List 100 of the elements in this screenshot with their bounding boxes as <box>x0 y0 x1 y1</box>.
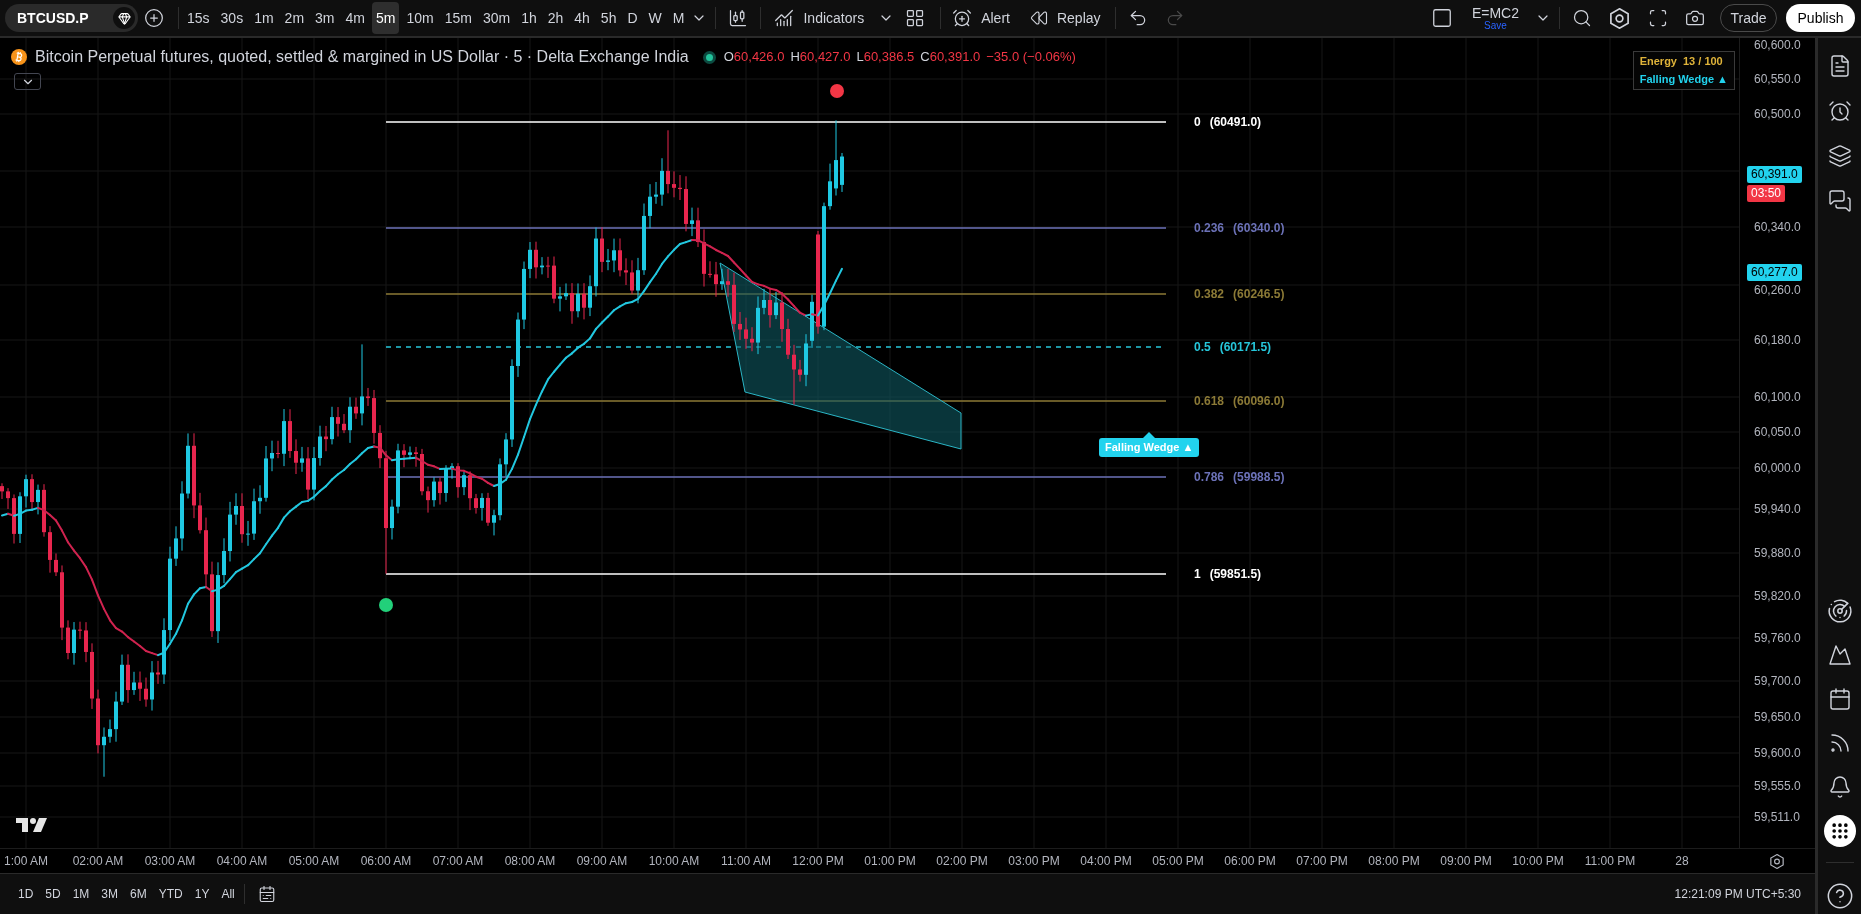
legend-toggle-button[interactable] <box>14 73 41 90</box>
price-label: 59,880.0 <box>1754 545 1801 561</box>
range-button[interactable]: YTD <box>154 881 187 907</box>
alert-button[interactable]: Alert <box>952 7 1010 29</box>
indicators-button[interactable]: Indicators <box>774 7 865 29</box>
interval-button[interactable]: 15m <box>440 2 476 34</box>
settings-icon[interactable] <box>1770 853 1784 869</box>
search-icon[interactable] <box>1572 8 1592 28</box>
interval-button[interactable]: 10m <box>402 2 438 34</box>
ohlc-value: 60,391.0 <box>929 48 981 66</box>
time-label: 28 <box>1675 853 1689 870</box>
range-button[interactable]: 1Y <box>190 881 214 907</box>
gem-icon[interactable] <box>113 7 135 29</box>
energy-label: Energy <box>1639 54 1677 68</box>
interval-button[interactable]: 3m <box>311 2 339 34</box>
energy-value: 13 / 100 <box>1683 54 1723 68</box>
fib-level-label: 0.618 <box>1194 393 1225 409</box>
replay-button[interactable]: Replay <box>1029 7 1101 29</box>
range-button[interactable]: 3M <box>97 881 123 907</box>
interval-button[interactable]: 1h <box>517 2 541 34</box>
grid-menu-icon[interactable] <box>1823 815 1856 847</box>
price-label: 59,820.0 <box>1754 588 1801 604</box>
fib-level-label: 0 <box>1194 114 1201 130</box>
publish-button[interactable]: Publish <box>1786 4 1855 32</box>
ohlc-value: 60,427.0 <box>799 48 851 66</box>
layers-icon[interactable] <box>1827 144 1852 168</box>
layout-grid-icon[interactable] <box>905 8 926 28</box>
price-label: 60,550.0 <box>1754 71 1801 87</box>
symbol-search-button[interactable]: BTCUSD.P <box>5 4 138 32</box>
range-button[interactable]: 6M <box>126 881 151 907</box>
ohlc-label: H <box>790 48 800 66</box>
ohlc-label: O <box>723 48 734 66</box>
mountain-icon[interactable] <box>1827 643 1852 667</box>
interval-button[interactable]: 30m <box>478 2 515 34</box>
plus-icon[interactable] <box>144 8 164 28</box>
interval-button[interactable]: D <box>623 2 642 34</box>
layout-menu-button[interactable]: E=MC2 Save <box>1471 5 1519 31</box>
camera-icon[interactable] <box>1685 8 1705 28</box>
time-label: 1:00 AM <box>4 853 48 870</box>
price-badge: 03:50 <box>1747 185 1786 202</box>
range-button[interactable]: All <box>217 881 239 907</box>
price-change: −35.0 (−0.06%) <box>986 48 1076 66</box>
time-label: 08:00 PM <box>1368 853 1420 870</box>
interval-button[interactable]: 15s <box>183 2 214 34</box>
bell-icon[interactable] <box>1827 775 1852 799</box>
price-label: 59,555.0 <box>1754 778 1801 794</box>
candlestick-icon[interactable] <box>728 8 749 28</box>
price-label: 60,260.0 <box>1754 282 1801 298</box>
ohlc-value: 60,426.0 <box>733 48 785 66</box>
interval-button[interactable]: 5h <box>596 2 621 34</box>
fullscreen-icon[interactable] <box>1648 8 1668 28</box>
radar-icon[interactable] <box>1826 598 1853 624</box>
fib-level-label: 0.236 <box>1194 220 1225 236</box>
time-label: 11:00 AM <box>721 853 771 870</box>
time-label: 04:00 AM <box>216 853 268 870</box>
time-label: 08:00 AM <box>504 853 556 870</box>
interval-button[interactable]: 1m <box>250 2 278 34</box>
ohlc-value: 60,386.5 <box>863 48 915 66</box>
interval-button[interactable]: 30s <box>216 2 248 34</box>
range-button[interactable]: 1D <box>14 881 38 907</box>
fib-price-label: (60340.0) <box>1233 220 1285 236</box>
interval-button[interactable]: 5m <box>371 2 400 34</box>
time-label: 09:00 AM <box>576 853 628 870</box>
chart-icon <box>774 8 795 28</box>
time-label: 06:00 PM <box>1224 853 1276 870</box>
range-button[interactable]: 1M <box>68 881 94 907</box>
logo-icon <box>16 818 47 832</box>
time-label: 07:00 AM <box>432 853 484 870</box>
interval-button[interactable]: 2h <box>543 2 568 34</box>
fib-level-label: 0.5 <box>1194 339 1211 355</box>
rewind-icon <box>1029 9 1048 27</box>
help-icon[interactable] <box>1825 882 1854 910</box>
interval-button[interactable]: 4m <box>341 2 369 34</box>
square-icon[interactable] <box>1430 7 1453 29</box>
price-badge: 60,391.0 <box>1747 166 1802 183</box>
fib-price-label: (60491.0) <box>1209 114 1262 130</box>
interval-button[interactable]: 2m <box>280 2 309 34</box>
time-label: 02:00 AM <box>72 853 124 870</box>
clock-label: 12:21:09 PM UTC+5:30 <box>1674 886 1801 903</box>
alarm-clock-plus-icon <box>952 8 973 28</box>
time-label: 03:00 PM <box>1008 853 1060 870</box>
chat-icon[interactable] <box>1827 189 1852 213</box>
fib-level-label: 0.786 <box>1194 469 1225 485</box>
time-label: 04:00 PM <box>1080 853 1132 870</box>
interval-button[interactable]: W <box>644 2 666 34</box>
time-label: 02:00 PM <box>936 853 988 870</box>
calendar-icon[interactable] <box>1827 687 1852 711</box>
range-button[interactable]: 5D <box>41 881 65 907</box>
interval-button[interactable]: 4h <box>570 2 594 34</box>
interval-button[interactable]: M <box>668 2 689 34</box>
price-label: 59,760.0 <box>1754 630 1801 646</box>
symbol-description: Bitcoin Perpetual futures, quoted, settled & margined in US Dollar · 5 · Delta Exchange India <box>35 47 689 67</box>
time-label: 10:00 AM <box>648 853 700 870</box>
fib-level-label: 1 <box>1194 566 1201 582</box>
time-label: 01:00 PM <box>864 853 916 870</box>
settings-icon[interactable] <box>1610 7 1629 29</box>
fib-price-label: (59851.5) <box>1209 566 1262 582</box>
alarm-clock-icon[interactable] <box>1827 99 1852 123</box>
calendar-range-icon[interactable] <box>257 885 276 903</box>
price-label: 60,340.0 <box>1754 219 1801 235</box>
